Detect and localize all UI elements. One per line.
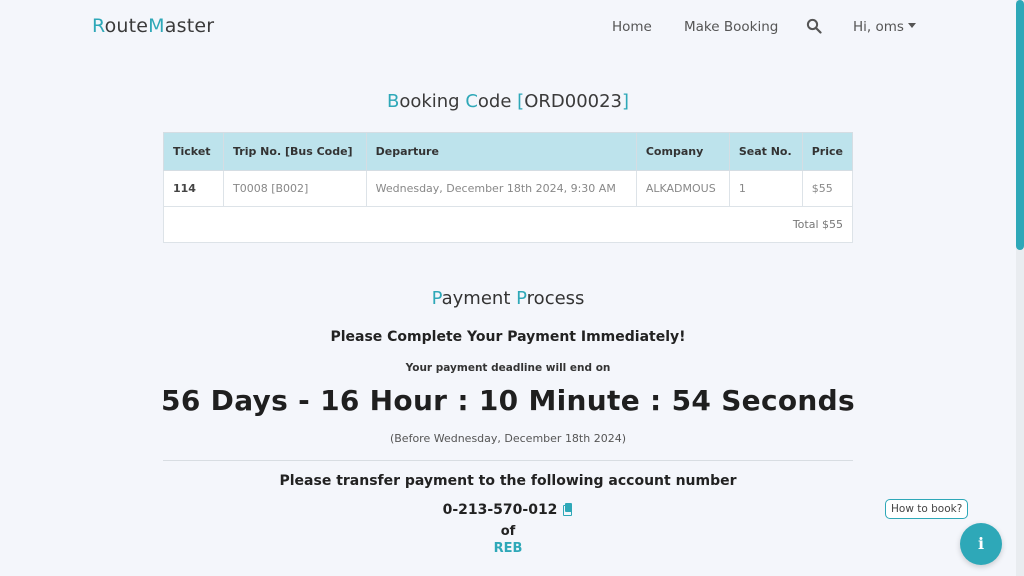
table-header-row: Ticket Trip No. [Bus Code] Departure Com… <box>163 132 854 171</box>
brand-text-oute: oute <box>104 15 149 37</box>
cell-company: ALKADMOUS <box>635 170 730 207</box>
title-letter: P <box>431 288 442 309</box>
chevron-down-icon <box>907 22 916 28</box>
total-cell: Total $55 <box>163 206 853 243</box>
title-text: ayment <box>441 288 511 309</box>
payment-urgent-message: Please Complete Your Payment Immediately… <box>330 329 686 345</box>
cell-price: $55 <box>801 170 854 207</box>
payment-process-title: Payment Process <box>0 288 1016 309</box>
title-text: rocess <box>526 288 585 309</box>
title-letter: C <box>465 91 478 112</box>
title-text: ooking <box>399 91 460 112</box>
title-letter: P <box>516 288 527 309</box>
booking-code-title: Booking Code [ORD00023] <box>0 91 1016 112</box>
bracket-close: ] <box>622 91 630 112</box>
brand-logo[interactable]: RouteMaster <box>92 15 214 37</box>
user-menu-label: Hi, oms <box>853 19 904 35</box>
nav-home-link[interactable]: Home <box>612 19 652 35</box>
cell-seat: 1 <box>728 170 803 207</box>
total-row: Total $55 <box>163 206 853 243</box>
account-number-row: 0-213-570-012 <box>0 502 1016 518</box>
column-header-trip: Trip No. [Bus Code] <box>222 132 367 171</box>
title-text: ode <box>477 91 512 112</box>
brand-text-aster: aster <box>164 15 215 37</box>
deadline-label: Your payment deadline will end on <box>405 362 611 374</box>
transfer-instruction: Please transfer payment to the following… <box>279 473 737 489</box>
cell-trip: T0008 [B002] <box>222 170 367 207</box>
brand-letter-m: M <box>148 15 165 37</box>
column-header-seat: Seat No. <box>728 132 803 171</box>
table-row: 114 T0008 [B002] Wednesday, December 18t… <box>163 170 854 207</box>
column-header-company: Company <box>635 132 730 171</box>
search-icon[interactable] <box>806 18 822 34</box>
copy-icon[interactable] <box>563 503 573 516</box>
booking-code-value: ORD00023 <box>524 91 622 112</box>
user-menu-dropdown[interactable]: Hi, oms <box>853 19 916 35</box>
column-header-departure: Departure <box>365 132 637 171</box>
cell-departure: Wednesday, December 18th 2024, 9:30 AM <box>365 170 637 207</box>
scrollbar-thumb[interactable] <box>1016 0 1024 250</box>
how-to-book-tooltip[interactable]: How to book? <box>885 499 969 519</box>
title-letter: B <box>386 91 400 112</box>
account-number: 0-213-570-012 <box>442 502 558 518</box>
of-label: of <box>500 524 516 539</box>
scrollbar-track[interactable] <box>1016 0 1024 576</box>
column-header-price: Price <box>801 132 854 171</box>
cell-ticket: 114 <box>163 170 224 207</box>
divider <box>163 460 853 461</box>
info-icon[interactable]: i <box>960 523 1002 565</box>
booking-table: Ticket Trip No. [Bus Code] Departure Com… <box>163 132 854 243</box>
navbar: RouteMaster Home Make Booking Hi, oms <box>0 0 1024 56</box>
brand-letter-r: R <box>92 15 105 37</box>
column-header-ticket: Ticket <box>163 132 224 171</box>
bank-name: REB <box>493 541 523 556</box>
countdown-timer: 56 Days - 16 Hour : 10 Minute : 54 Secon… <box>161 384 855 417</box>
deadline-date: (Before Wednesday, December 18th 2024) <box>389 432 627 445</box>
nav-make-booking-link[interactable]: Make Booking <box>684 19 778 35</box>
